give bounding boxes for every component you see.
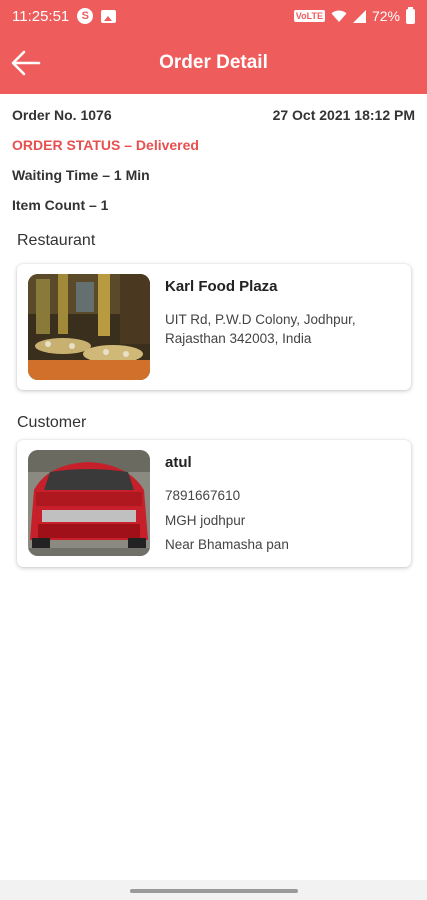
system-nav-bar [0,880,427,900]
order-header-row: Order No. 1076 27 Oct 2021 18:12 PM [12,107,415,123]
status-bar: 11:25:51 S VoLTE 72% [0,0,427,32]
restaurant-image [28,274,150,380]
item-count: Item Count – 1 [12,197,109,213]
skype-icon: S [77,8,94,24]
customer-phone[interactable]: 7891667610 [165,486,240,505]
page-title: Order Detail [159,52,268,73]
customer-image [28,450,150,556]
back-button[interactable] [10,48,42,78]
customer-card[interactable]: atul 7891667610 MGH jodhpur Near Bhamash… [17,440,411,567]
restaurant-name: Karl Food Plaza [165,278,278,295]
restaurant-card[interactable]: Karl Food Plaza UIT Rd, P.W.D Colony, Jo… [17,264,411,390]
app-bar: Order Detail [0,32,427,94]
customer-section-label: Customer [17,414,87,431]
customer-area: MGH jodhpur [165,513,246,528]
signal-icon [352,9,366,23]
customer-name: atul [165,454,192,471]
gallery-icon [101,9,117,23]
order-number: Order No. 1076 [12,107,112,123]
customer-landmark: Near Bhamasha pan [165,537,289,552]
battery-icon [406,6,415,24]
restaurant-section-label: Restaurant [17,232,96,249]
arrow-left-icon [11,50,41,76]
order-status: ORDER STATUS – Delivered [12,137,199,153]
battery-percent: 72% [371,8,400,24]
wifi-icon [331,10,347,22]
home-gesture-handle[interactable] [130,889,298,893]
order-datetime: 27 Oct 2021 18:12 PM [272,107,415,123]
status-time: 11:25:51 [12,7,70,25]
waiting-time: Waiting Time – 1 Min [12,167,150,183]
restaurant-address: UIT Rd, P.W.D Colony, Jodhpur, Rajasthan… [165,312,356,346]
volte-icon: VoLTE [293,10,325,22]
